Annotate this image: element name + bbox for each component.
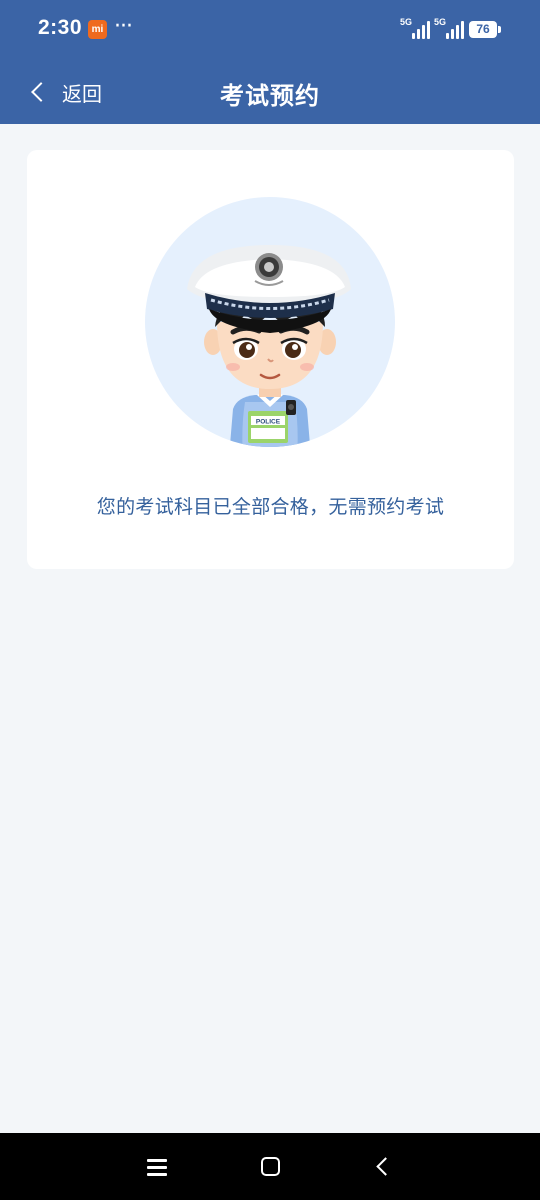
home-icon[interactable] xyxy=(256,1153,284,1181)
signal-2-icon: 5G xyxy=(434,17,466,39)
status-bar: 2:30 mi ··· 5G 5G 76 xyxy=(0,0,540,60)
menu-icon[interactable] xyxy=(143,1153,171,1181)
mi-app-icon: mi xyxy=(88,20,107,39)
more-notifications-icon: ··· xyxy=(114,14,133,39)
back-icon[interactable] xyxy=(369,1153,397,1181)
page-title: 考试预约 xyxy=(220,82,320,110)
battery-icon: 76 xyxy=(469,21,501,38)
police-avatar: POLICE xyxy=(145,197,395,447)
status-message: 您的考试科目已全部合格，无需预约考试 xyxy=(96,496,445,518)
system-nav-bar xyxy=(0,1133,540,1200)
police-officer-illustration: POLICE xyxy=(145,197,395,447)
nav-bar: 返回 考试预约 xyxy=(0,60,540,124)
signal-1-icon: 5G xyxy=(400,17,432,39)
result-card: POLICE 您的考试科目已全部合格，无需预约考试 xyxy=(27,150,514,569)
police-badge-text: POLICE xyxy=(256,419,281,426)
status-time: 2:30 xyxy=(38,16,83,39)
